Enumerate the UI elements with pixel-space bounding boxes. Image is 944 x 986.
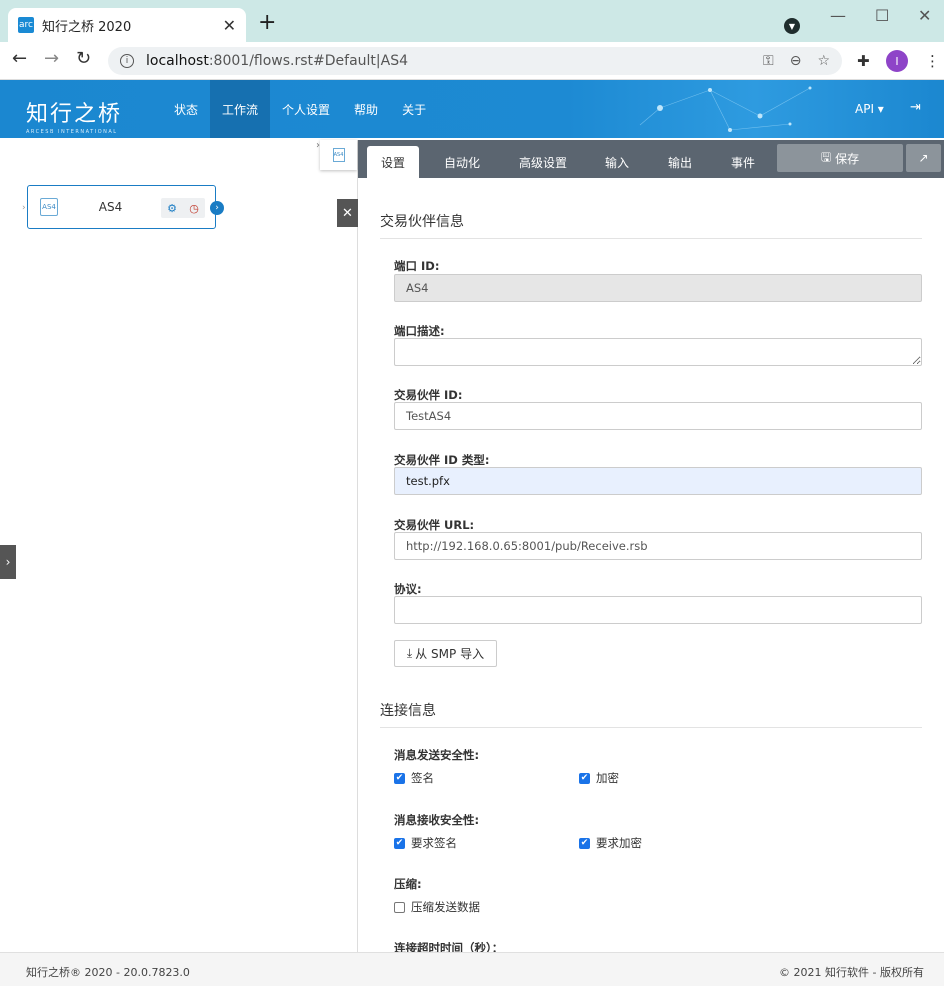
send-security-label: 消息发送安全性: <box>394 748 480 762</box>
main-nav: 状态 工作流 个人设置 帮助 关于 <box>162 80 438 138</box>
partner-id-type-label: 交易伙伴 ID 类型: <box>394 453 490 467</box>
tab-automation[interactable]: 自动化 <box>430 146 494 178</box>
nav-status[interactable]: 状态 <box>162 80 210 138</box>
tab-input[interactable]: 输入 <box>592 146 642 178</box>
open-external-button[interactable]: ↗ <box>906 144 941 172</box>
app-logo[interactable]: 知行之桥 ARCESB INTERNATIONAL <box>26 96 122 135</box>
maximize-icon[interactable]: ☐ <box>875 6 889 25</box>
tab-settings[interactable]: 设置 <box>367 146 419 178</box>
star-icon[interactable]: ☆ <box>817 53 830 69</box>
import-smp-button[interactable]: ⤓ 从 SMP 导入 <box>394 640 497 667</box>
key-icon[interactable]: ⚿ <box>763 53 774 69</box>
close-window-icon[interactable]: ✕ <box>918 6 931 25</box>
menu-icon[interactable]: ⋮ <box>925 52 940 70</box>
require-encrypt-checkbox[interactable]: ✔ 要求加密 <box>579 835 642 851</box>
minimize-icon[interactable]: — <box>830 6 846 25</box>
forward-icon[interactable]: → <box>44 50 59 68</box>
checkbox-empty-icon <box>394 901 405 913</box>
nav-help[interactable]: 帮助 <box>342 80 390 138</box>
browser-toolbar: ← → ↻ i localhost:8001/flows.rst#Default… <box>0 42 944 80</box>
nav-profile[interactable]: 个人设置 <box>270 80 342 138</box>
gear-icon[interactable]: ⚙ <box>167 202 177 215</box>
site-info-icon[interactable]: i <box>120 54 134 68</box>
tab-output[interactable]: 输出 <box>655 146 705 178</box>
section-connection-info: 连接信息 <box>380 700 922 728</box>
tab-events[interactable]: 事件 <box>718 146 768 178</box>
partner-id-type-field[interactable]: test.pfx <box>394 467 922 495</box>
flow-canvas[interactable]: › AS4 › AS4 AS4 ⚙ ◷ › ✕ › <box>0 140 358 952</box>
sign-checkbox[interactable]: ✔ 签名 <box>394 770 434 786</box>
timeout-label: 连接超时时间（秒）： <box>394 941 504 952</box>
clock-icon[interactable]: ◷ <box>189 202 199 215</box>
check-icon: ✔ <box>394 772 405 784</box>
output-connector-icon[interactable]: › <box>210 201 224 215</box>
external-link-icon: ↗ <box>918 151 929 165</box>
close-tab-icon[interactable]: ✕ <box>223 16 236 35</box>
compression-label: 压缩: <box>394 877 422 891</box>
url-text: localhost:8001/flows.rst#Default|AS4 <box>146 53 408 69</box>
port-desc-label: 端口描述: <box>394 324 445 338</box>
as4-icon: AS4 <box>332 148 345 162</box>
protocol-field[interactable] <box>394 596 922 624</box>
check-icon: ✔ <box>579 837 590 849</box>
chevron-right-icon[interactable]: › <box>316 140 320 151</box>
footer-copyright: © 2021 知行软件 - 版权所有 <box>779 966 924 979</box>
reload-icon[interactable]: ↻ <box>76 50 91 68</box>
encrypt-checkbox[interactable]: ✔ 加密 <box>579 770 619 786</box>
nav-about[interactable]: 关于 <box>390 80 438 138</box>
tab-title: 知行之桥 2020 <box>42 19 132 35</box>
settings-panel: 设置 自动化 高级设置 输入 输出 事件 🖫 保存 ↗ 交易伙伴信息 端口 ID:… <box>358 140 944 952</box>
tab-advanced[interactable]: 高级设置 <box>506 146 580 178</box>
import-icon: ⤓ <box>406 646 413 660</box>
new-tab-icon[interactable]: + <box>258 12 276 34</box>
profile-menu-icon[interactable]: ▼ <box>784 18 800 34</box>
port-desc-field[interactable] <box>394 338 922 366</box>
save-button[interactable]: 🖫 保存 <box>777 144 903 172</box>
node-actions: ⚙ ◷ <box>161 198 205 218</box>
port-id-label: 端口 ID: <box>394 259 440 273</box>
receive-security-label: 消息接收安全性: <box>394 813 480 827</box>
footer: 知行之桥® 2020 - 20.0.7823.0 © 2021 知行软件 - 版… <box>0 952 944 986</box>
check-icon: ✔ <box>394 837 405 849</box>
favicon-icon: arc <box>18 17 34 33</box>
port-id-field: AS4 <box>394 274 922 302</box>
protocol-label: 协议: <box>394 582 422 596</box>
logout-icon[interactable]: ⇥ <box>910 100 921 115</box>
floppy-icon: 🖫 <box>820 149 832 164</box>
mini-node[interactable]: › AS4 <box>316 140 357 170</box>
address-bar[interactable]: i localhost:8001/flows.rst#Default|AS4 ⚿… <box>108 47 842 75</box>
api-menu[interactable]: API ▾ <box>855 102 884 116</box>
footer-version: 知行之桥® 2020 - 20.0.7823.0 <box>26 966 190 979</box>
panel-tabbar: 设置 自动化 高级设置 输入 输出 事件 🖫 保存 ↗ <box>358 140 944 178</box>
compress-send-checkbox[interactable]: 压缩发送数据 <box>394 899 480 915</box>
extensions-icon[interactable]: ✚ <box>857 52 870 70</box>
partner-url-label: 交易伙伴 URL: <box>394 518 475 532</box>
partner-id-label: 交易伙伴 ID: <box>394 388 463 402</box>
section-partner-info: 交易伙伴信息 <box>380 211 922 239</box>
avatar[interactable]: I <box>886 50 908 72</box>
check-icon: ✔ <box>579 772 590 784</box>
back-icon[interactable]: ← <box>12 50 27 68</box>
expand-sidebar-button[interactable]: › <box>0 545 16 579</box>
port-node-as4[interactable]: › AS4 AS4 ⚙ ◷ › <box>22 185 224 229</box>
partner-id-field[interactable]: TestAS4 <box>394 402 922 430</box>
require-sign-checkbox[interactable]: ✔ 要求签名 <box>394 835 457 851</box>
zoom-icon[interactable]: ⊖ <box>790 53 802 69</box>
browser-titlebar: arc 知行之桥 2020 ✕ + ▼ — ☐ ✕ <box>0 0 944 42</box>
nav-workflow[interactable]: 工作流 <box>210 80 271 138</box>
browser-tab[interactable]: arc 知行之桥 2020 ✕ <box>8 8 246 42</box>
close-panel-button[interactable]: ✕ <box>337 199 358 227</box>
network-decoration <box>639 86 812 132</box>
partner-url-field[interactable]: http://192.168.0.65:8001/pub/Receive.rsb <box>394 532 922 560</box>
app-header: 知行之桥 ARCESB INTERNATIONAL 状态 工作流 个人设置 帮助… <box>0 80 944 138</box>
